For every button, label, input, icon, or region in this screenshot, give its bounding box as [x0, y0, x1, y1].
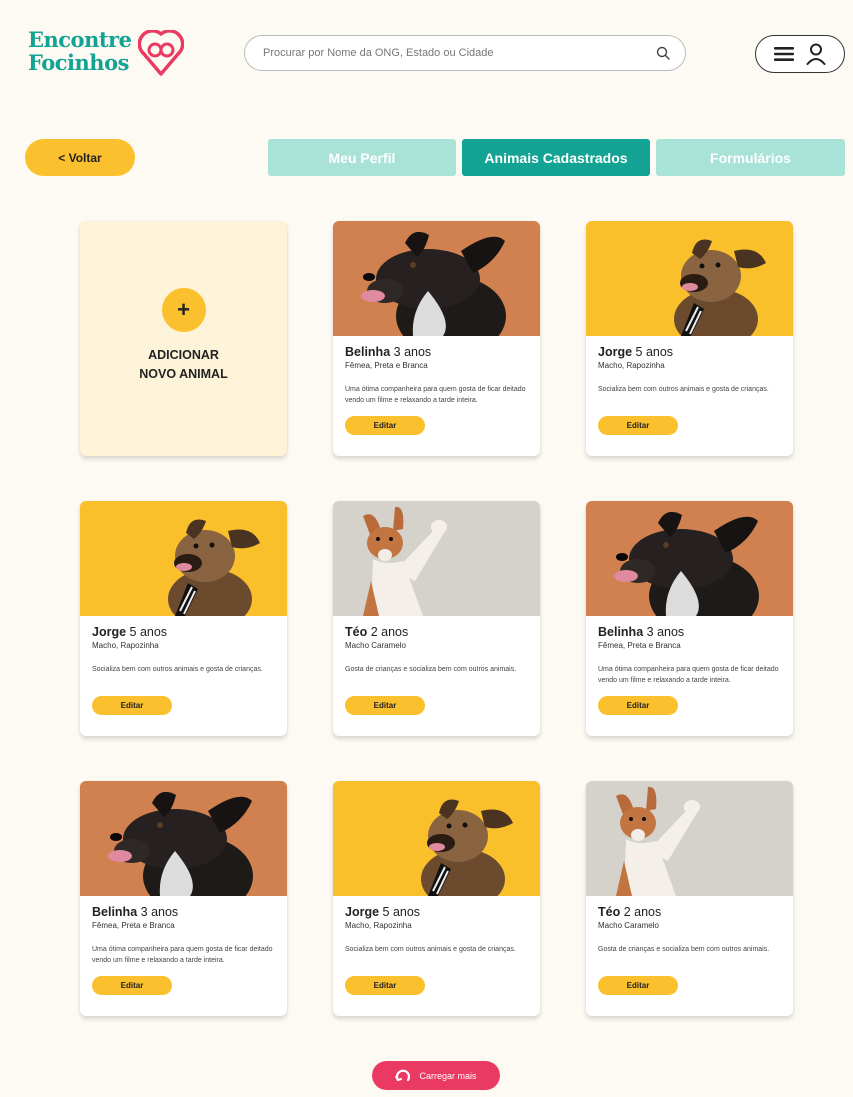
refresh-icon	[395, 1069, 411, 1081]
animal-name: Téo	[598, 905, 621, 919]
edit-button[interactable]: Editar	[598, 416, 678, 435]
animal-name: Belinha	[92, 905, 138, 919]
animal-card[interactable]: Belinha 3 anos Fêmea, Preta e Branca Uma ó…	[80, 781, 287, 1016]
animal-name-line: Téo 2 anos	[598, 905, 781, 920]
animal-card-body: Téo 2 anos Macho Caramelo Gosta de criança…	[586, 896, 793, 995]
load-more-button[interactable]: Carregar mais	[372, 1061, 500, 1090]
animal-description: Gosta de crianças e socializa bem com ou…	[345, 666, 517, 673]
animal-info: Macho Caramelo	[598, 921, 659, 930]
animal-photo	[333, 781, 540, 896]
animal-name-line: Jorge 5 anos	[92, 625, 275, 640]
animal-info: Macho, Rapozinha	[345, 921, 412, 930]
animal-card-body: Jorge 5 anos Macho, Rapozinha Socializa be…	[333, 896, 540, 995]
animal-age: 5 anos	[635, 345, 674, 359]
animal-age: 3 anos	[393, 345, 432, 359]
animal-photo	[333, 221, 540, 336]
animal-name: Belinha	[345, 345, 391, 359]
add-animal-label-line-2: NOVO ANIMAL	[139, 366, 228, 381]
animal-description: Socializa bem com outros animais e gosta…	[92, 666, 263, 673]
animal-description: Uma ótima companheira para quem gosta de…	[598, 666, 779, 684]
animal-description: Uma ótima companheira para quem gosta de…	[345, 386, 526, 404]
animal-card[interactable]: Téo 2 anos Macho Caramelo Gosta de criança…	[333, 501, 540, 736]
brand-logo[interactable]: Encontre Focinhos	[28, 28, 188, 80]
animal-name: Jorge	[598, 345, 633, 359]
plus-icon[interactable]: +	[161, 287, 206, 332]
animal-photo	[80, 501, 287, 616]
animal-description: Uma ótima companheira para quem gosta de…	[92, 946, 273, 964]
animal-name-line: Belinha 3 anos	[92, 905, 275, 920]
animal-name: Belinha	[598, 625, 644, 639]
animal-card[interactable]: Téo 2 anos Macho Caramelo Gosta de criança…	[586, 781, 793, 1016]
animal-card-body: Téo 2 anos Macho Caramelo Gosta de criança…	[333, 616, 540, 715]
animal-name: Téo	[345, 625, 368, 639]
animal-name-line: Jorge 5 anos	[345, 905, 528, 920]
animal-name: Jorge	[345, 905, 380, 919]
animal-name-line: Téo 2 anos	[345, 625, 528, 640]
animal-card[interactable]: Jorge 5 anos Macho, Rapozinha Socializa be…	[333, 781, 540, 1016]
animal-name: Jorge	[92, 625, 127, 639]
animal-info: Macho, Rapozinha	[598, 361, 665, 370]
edit-button[interactable]: Editar	[345, 976, 425, 995]
animal-age: 2 anos	[370, 625, 409, 639]
edit-button[interactable]: Editar	[598, 976, 678, 995]
animal-photo	[80, 781, 287, 896]
animal-age: 3 anos	[646, 625, 685, 639]
location-pin-heart-icon	[138, 30, 184, 76]
animal-description: Socializa bem com outros animais e gosta…	[345, 946, 516, 953]
animal-age: 5 anos	[382, 905, 421, 919]
add-animal-label-line-1: ADICIONAR	[148, 347, 219, 362]
animal-info: Fêmea, Preta e Branca	[598, 641, 681, 650]
animal-photo	[586, 501, 793, 616]
add-animal-card[interactable]: + ADICIONAR NOVO ANIMAL	[80, 221, 287, 456]
user-menu-button[interactable]	[755, 35, 845, 73]
hamburger-menu-icon[interactable]	[774, 46, 794, 62]
edit-button[interactable]: Editar	[92, 696, 172, 715]
animal-card-body: Belinha 3 anos Fêmea, Preta e Branca Uma ó…	[80, 896, 287, 995]
animal-description: Gosta de crianças e socializa bem com ou…	[598, 946, 770, 953]
animal-card[interactable]: Belinha 3 anos Fêmea, Preta e Branca Uma ó…	[333, 221, 540, 456]
animal-description: Socializa bem com outros animais e gosta…	[598, 386, 769, 393]
edit-button[interactable]: Editar	[345, 416, 425, 435]
animal-age: 2 anos	[623, 905, 662, 919]
search-bar[interactable]	[244, 35, 686, 71]
animal-card-body: Jorge 5 anos Macho, Rapozinha Socializa be…	[586, 336, 793, 435]
animal-photo	[586, 781, 793, 896]
animal-age: 5 anos	[129, 625, 168, 639]
edit-button[interactable]: Editar	[345, 696, 425, 715]
back-button[interactable]: < Voltar	[25, 139, 135, 176]
animal-name-line: Belinha 3 anos	[598, 625, 781, 640]
edit-button[interactable]: Editar	[92, 976, 172, 995]
animal-info: Fêmea, Preta e Branca	[92, 921, 175, 930]
search-icon[interactable]	[655, 45, 671, 61]
animal-card[interactable]: Jorge 5 anos Macho, Rapozinha Socializa be…	[80, 501, 287, 736]
animal-name-line: Jorge 5 anos	[598, 345, 781, 360]
animal-info: Macho, Rapozinha	[92, 641, 159, 650]
animal-card-body: Jorge 5 anos Macho, Rapozinha Socializa be…	[80, 616, 287, 715]
search-input[interactable]	[263, 47, 655, 59]
tab-animais-cadastrados[interactable]: Animais Cadastrados	[462, 139, 650, 176]
tab-meu-perfil[interactable]: Meu Perfil	[268, 139, 456, 176]
animal-photo	[586, 221, 793, 336]
user-icon[interactable]	[806, 43, 826, 65]
edit-button[interactable]: Editar	[598, 696, 678, 715]
add-animal-label: ADICIONAR NOVO ANIMAL	[139, 346, 227, 384]
animal-age: 3 anos	[140, 905, 179, 919]
tab-formularios[interactable]: Formulários	[656, 139, 845, 176]
animal-info: Macho Caramelo	[345, 641, 406, 650]
animal-card[interactable]: Jorge 5 anos Macho, Rapozinha Socializa be…	[586, 221, 793, 456]
animal-card[interactable]: Belinha 3 anos Fêmea, Preta e Branca Uma ó…	[586, 501, 793, 736]
animal-name-line: Belinha 3 anos	[345, 345, 528, 360]
animal-card-body: Belinha 3 anos Fêmea, Preta e Branca Uma ó…	[586, 616, 793, 715]
load-more-label: Carregar mais	[419, 1070, 477, 1081]
animal-photo	[333, 501, 540, 616]
animal-info: Fêmea, Preta e Branca	[345, 361, 428, 370]
animal-card-body: Belinha 3 anos Fêmea, Preta e Branca Uma ó…	[333, 336, 540, 435]
